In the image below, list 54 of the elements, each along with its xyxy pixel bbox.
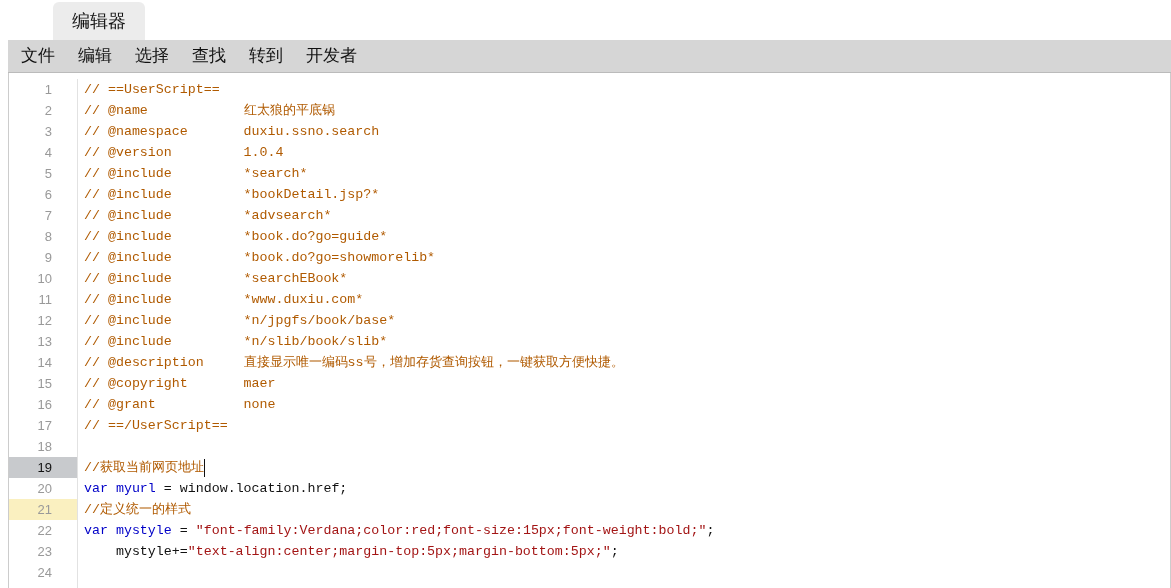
line-number: 7 [43, 207, 53, 225]
line-number: 5 [43, 165, 53, 183]
line-number: 24 [36, 564, 53, 582]
line-number: 2 [43, 102, 53, 120]
menu-item[interactable]: 文件 [21, 43, 55, 69]
line-number: 4 [43, 144, 53, 162]
code-line: // @include *n/jpgfs/book/base* [84, 312, 396, 330]
code-line: var mystyle = "font-family:Verdana;color:red;font-size:15px;font-weight:bold;"; [84, 522, 715, 540]
code-line: // @grant none [84, 396, 276, 414]
menu-item[interactable]: 选择 [135, 43, 169, 69]
code-line: // @namespace duxiu.ssno.search [84, 123, 380, 141]
line-number: 11 [37, 291, 53, 309]
code-line: // @include *www.duxiu.com* [84, 291, 364, 309]
code-line: // @version 1.0.4 [84, 144, 284, 162]
code-line: // @copyright maer [84, 375, 276, 393]
code-line: // @include *search* [84, 165, 308, 183]
code-line: var myurl = window.location.href; [84, 480, 348, 498]
line-number: 14 [36, 354, 53, 372]
code-line: // @include *book.do?go=guide* [84, 228, 388, 246]
code-line: mystyle+="text-align:center;margin-top:5px;margin-bottom:5px;"; [114, 543, 619, 561]
menu-item[interactable]: 转到 [249, 43, 283, 69]
menu-item[interactable]: 编辑 [78, 43, 112, 69]
line-number: 1 [43, 81, 53, 99]
line-number: 13 [36, 333, 53, 351]
line-number: 16 [36, 396, 53, 414]
code-line: // @include *bookDetail.jsp?* [84, 186, 380, 204]
line-number: 3 [43, 123, 53, 141]
editor-tab[interactable]: 编辑器 [53, 2, 145, 40]
code-line: //定义统一的样式 [84, 501, 191, 519]
menu-item[interactable]: 查找 [192, 43, 226, 69]
line-number: 8 [43, 228, 53, 246]
code-line: //获取当前网页地址 [84, 459, 204, 477]
line-number: 17 [36, 417, 53, 435]
line-number: 6 [43, 186, 53, 204]
line-number: 22 [36, 522, 53, 540]
code-line: // @name 红太狼的平底锅 [84, 102, 335, 120]
line-number: 9 [43, 249, 53, 267]
line-number: 10 [36, 270, 53, 288]
menu-item[interactable]: 开发者 [306, 43, 357, 69]
code-line: // ==UserScript== [84, 81, 220, 99]
code-line: // @include *searchEBook* [84, 270, 348, 288]
code-line: // ==/UserScript== [84, 417, 228, 435]
code-line: // @include *book.do?go=showmorelib* [84, 249, 436, 267]
line-number: 15 [36, 375, 53, 393]
code-line: // @include *n/slib/book/slib* [84, 333, 388, 351]
text-cursor [203, 458, 205, 477]
line-number: 20 [36, 480, 53, 498]
line-number: 18 [36, 438, 53, 456]
code-line: // @include *advsearch* [84, 207, 332, 225]
line-number: 12 [36, 312, 53, 330]
code-line: // @description 直接显示唯一编码ss号，增加存货查询按钮，一键获取方便快捷。 [84, 354, 624, 372]
line-number: 21 [9, 499, 77, 520]
line-number: 23 [36, 543, 53, 561]
line-number: 19 [9, 457, 77, 478]
